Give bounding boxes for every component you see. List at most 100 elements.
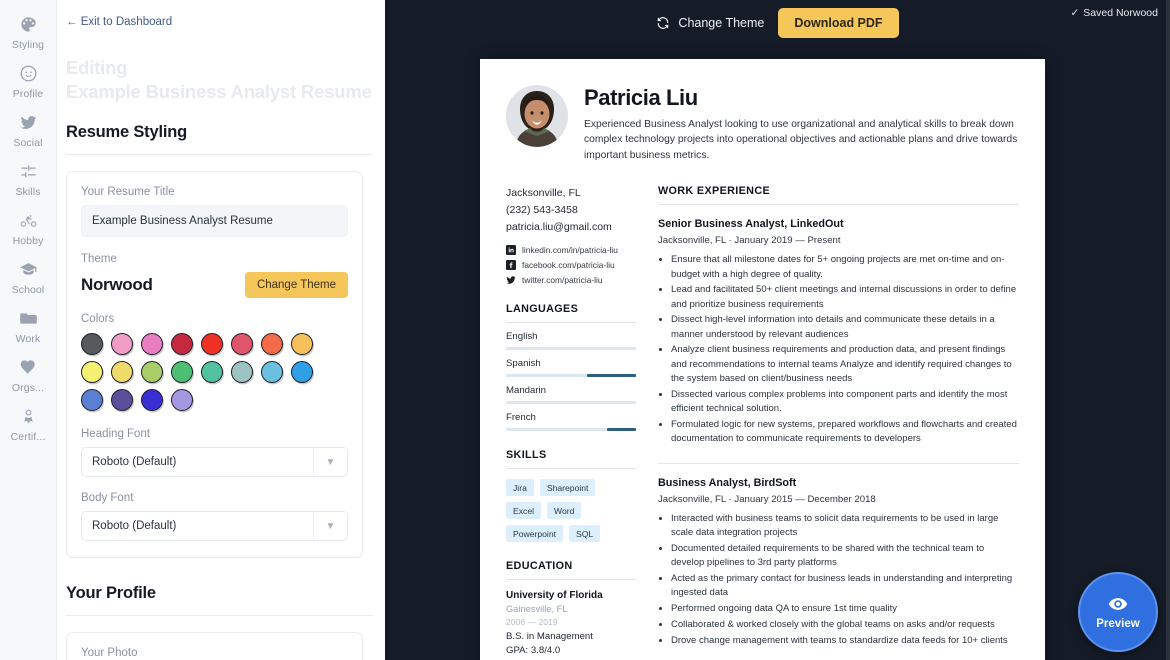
resume-title-input[interactable]: [81, 205, 348, 237]
exit-to-dashboard-link[interactable]: ← Exit to Dashboard: [66, 16, 172, 28]
preview-button[interactable]: Preview: [1078, 572, 1158, 652]
theme-name: Norwood: [81, 275, 153, 295]
color-swatch[interactable]: [111, 333, 133, 355]
editor-panel: ← Exit to Dashboard Editing Example Busi…: [57, 0, 385, 660]
sliders-icon: [19, 162, 38, 181]
color-swatch[interactable]: [291, 333, 313, 355]
download-pdf-button[interactable]: Download PDF: [778, 8, 898, 38]
divider: [506, 468, 636, 469]
color-swatch[interactable]: [141, 389, 163, 411]
resume-paper: Patricia Liu Experienced Business Analys…: [480, 59, 1045, 660]
sidebar-item-label: Certif...: [11, 431, 46, 443]
resume-styling-heading: Resume Styling: [66, 123, 373, 142]
preview-panel: ✓ Saved Norwood Change Theme Download PD…: [385, 0, 1170, 660]
social-link-facebook[interactable]: facebook.com/patricia-liu: [506, 260, 636, 270]
sidebar-item-orgs[interactable]: Orgs...: [0, 351, 57, 400]
sidebar-item-certifications[interactable]: Certif...: [0, 400, 57, 449]
sidebar-item-profile[interactable]: Profile: [0, 57, 57, 106]
contact-phone: (232) 543-3458: [506, 202, 636, 219]
change-theme-button[interactable]: Change Theme: [245, 272, 348, 298]
theme-row: Norwood Change Theme: [81, 272, 348, 298]
sidebar-item-work[interactable]: Work: [0, 302, 57, 351]
color-swatch[interactable]: [231, 361, 253, 383]
sidebar-item-label: Work: [16, 333, 41, 345]
color-swatch[interactable]: [231, 333, 253, 355]
education-school: University of Florida: [506, 590, 636, 601]
education-degree: B.S. in Management: [506, 631, 636, 642]
sidebar-item-skills[interactable]: Skills: [0, 155, 57, 204]
color-swatch[interactable]: [201, 361, 223, 383]
social-link-label: twitter.com/patricia-liu: [522, 275, 603, 285]
app-root: Styling Profile Social Skills Hobby: [0, 0, 1170, 660]
social-link-label: linkedin.com/in/patricia-liu: [522, 245, 618, 255]
skill-tag: Jira: [506, 479, 534, 496]
heading-font-select[interactable]: Roboto (Default) ▼: [81, 447, 348, 477]
job-bullet: Interacted with business teams to solici…: [671, 512, 1019, 541]
color-swatch[interactable]: [81, 361, 103, 383]
preview-scrollbar[interactable]: [1166, 0, 1170, 660]
body-font-select[interactable]: Roboto (Default) ▼: [81, 511, 348, 541]
language-level-fill: [587, 374, 636, 377]
heart-icon: [19, 358, 38, 377]
contact-location: Jacksonville, FL: [506, 185, 636, 202]
color-swatch[interactable]: [141, 333, 163, 355]
color-swatch[interactable]: [261, 333, 283, 355]
social-link-linkedin[interactable]: linkedin.com/in/patricia-liu: [506, 245, 636, 255]
your-profile-card: Your Photo Copy and paste in an image UR…: [66, 632, 363, 660]
editing-kicker: Editing: [66, 56, 373, 80]
job-bullet: Dissected various complex problems into …: [671, 388, 1019, 417]
color-swatch[interactable]: [111, 389, 133, 411]
work-experience-heading: WORK EXPERIENCE: [658, 185, 1019, 197]
palette-icon: [19, 15, 38, 34]
left-icon-rail: Styling Profile Social Skills Hobby: [0, 0, 57, 660]
sidebar-item-styling[interactable]: Styling: [0, 8, 57, 57]
color-swatch[interactable]: [261, 361, 283, 383]
color-swatch[interactable]: [81, 389, 103, 411]
refresh-icon: [656, 16, 670, 30]
job-meta: Jacksonville, FL · January 2019 — Presen…: [658, 235, 1019, 246]
sidebar-item-hobby[interactable]: Hobby: [0, 204, 57, 253]
theme-label: Theme: [81, 253, 348, 265]
language-level-track: [506, 374, 636, 377]
social-link-twitter[interactable]: twitter.com/patricia-liu: [506, 275, 636, 285]
language-item: Spanish: [506, 358, 636, 377]
skill-tag: Powerpoint: [506, 525, 563, 542]
job-bullet: Performed ongoing data QA to ensure 1st …: [671, 602, 1019, 616]
sidebar-item-label: Hobby: [13, 235, 44, 247]
job-entry: Senior Business Analyst, LinkedOutJackso…: [658, 218, 1019, 446]
color-swatch[interactable]: [111, 361, 133, 383]
resume-columns: Jacksonville, FL (232) 543-3458 patricia…: [506, 185, 1019, 660]
sidebar-item-school[interactable]: School: [0, 253, 57, 302]
divider: [658, 204, 1019, 205]
sidebar-item-social[interactable]: Social: [0, 106, 57, 155]
job-bullet: Documented detailed requirements to be s…: [671, 542, 1019, 571]
skills-list: JiraSharepointExcelWordPowerpointSQL: [506, 479, 636, 542]
job-bullet: Analyze client business requirements and…: [671, 343, 1019, 386]
color-swatch[interactable]: [291, 361, 313, 383]
color-swatch[interactable]: [171, 333, 193, 355]
twitter-bird-icon: [19, 113, 38, 132]
color-swatch[interactable]: [81, 333, 103, 355]
change-theme-toolbar-button[interactable]: Change Theme: [656, 16, 764, 30]
color-swatch[interactable]: [201, 333, 223, 355]
language-name: Spanish: [506, 358, 636, 369]
linkedin-icon: [506, 245, 516, 255]
language-level-track: [506, 401, 636, 404]
job-bullet: Ensure that all milestone dates for 5+ o…: [671, 253, 1019, 282]
chevron-down-icon: ▼: [313, 448, 347, 476]
resume-right-column: WORK EXPERIENCE Senior Business Analyst,…: [658, 185, 1019, 660]
color-swatch[interactable]: [171, 389, 193, 411]
work-experience-list: Senior Business Analyst, LinkedOutJackso…: [658, 218, 1019, 660]
preview-button-label: Preview: [1096, 618, 1139, 630]
divider: [506, 322, 636, 323]
language-level-fill: [607, 428, 636, 431]
saved-status-label: Saved Norwood: [1083, 7, 1158, 19]
color-swatch[interactable]: [141, 361, 163, 383]
change-theme-toolbar-label: Change Theme: [678, 16, 764, 30]
editing-resume-name: Example Business Analyst Resume: [66, 80, 373, 104]
color-swatch[interactable]: [171, 361, 193, 383]
education-heading: EDUCATION: [506, 560, 636, 572]
photo-label: Your Photo: [81, 647, 348, 659]
job-title: Business Analyst, BirdSoft: [658, 477, 1019, 489]
job-bullet: Lead and facilitated 50+ client meetings…: [671, 283, 1019, 312]
